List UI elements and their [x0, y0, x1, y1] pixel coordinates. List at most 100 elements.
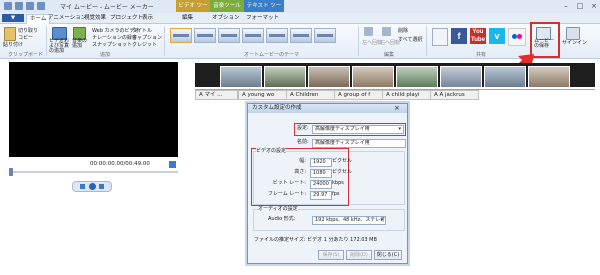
- width-unit: ピクセル: [332, 158, 353, 164]
- caption-button[interactable]: キャプション: [132, 34, 162, 41]
- custom-setting-dialog: カスタム設定の作成 × 設定: 高解像度ディスプレイ用 ▾ 名前: 高解像度ディ…: [247, 103, 408, 264]
- bitrate-unit: kbps: [332, 180, 344, 186]
- name-field[interactable]: 高解像度ディスプレイ用: [312, 139, 406, 148]
- snapshot-button[interactable]: スナップショット: [92, 41, 132, 48]
- skydrive-icon[interactable]: [432, 28, 448, 46]
- rotate-left-button[interactable]: 左へ回転: [362, 39, 382, 46]
- tab-project[interactable]: プロジェクト: [110, 14, 143, 23]
- caption-item[interactable]: A Children: [286, 90, 335, 100]
- share-group-label: 共有: [476, 52, 487, 58]
- clip-thumbnail[interactable]: [264, 66, 306, 88]
- minimize-icon[interactable]: –: [560, 2, 572, 10]
- vimeo-icon[interactable]: v: [489, 28, 505, 44]
- maximize-icon[interactable]: □: [574, 2, 586, 10]
- select-all-button[interactable]: すべて選択: [398, 36, 422, 43]
- clip-thumbnail[interactable]: [308, 66, 350, 88]
- redo-icon[interactable]: [37, 2, 45, 10]
- chevron-down-icon: ▾: [380, 217, 383, 223]
- context-tab-music-tools: 音楽ツール: [210, 0, 244, 12]
- theme-default[interactable]: [170, 28, 192, 43]
- caption-item[interactable]: A group of f: [334, 90, 383, 100]
- height-field[interactable]: 1080: [310, 169, 332, 178]
- quick-access-toolbar: [4, 2, 45, 10]
- tab-view[interactable]: 表示: [142, 14, 153, 23]
- clip-thumbnail[interactable]: [352, 66, 394, 88]
- audio-format-value: 192 kbps、48 kHz、ステレオ: [315, 217, 386, 223]
- setting-select[interactable]: 高解像度ディスプレイ用 ▾: [312, 125, 404, 134]
- tab-options[interactable]: オプション: [212, 14, 240, 23]
- ribbon-separator: [426, 26, 427, 56]
- save-button[interactable]: 保存(S): [318, 250, 344, 260]
- paste-button[interactable]: 貼り付け: [3, 41, 23, 48]
- cut-button[interactable]: 切り取り: [18, 27, 38, 34]
- delete-button[interactable]: 削除(D): [346, 250, 372, 260]
- dialog-title: カスタム設定の作成: [252, 105, 302, 111]
- audio-settings-legend: オーディオの設定: [258, 206, 298, 213]
- dialog-close-icon[interactable]: ×: [394, 104, 400, 113]
- next-frame-icon[interactable]: [99, 184, 104, 189]
- credits-button[interactable]: クレジット: [132, 41, 157, 48]
- record-narration-button[interactable]: ナレーションの録音: [92, 34, 137, 41]
- save-movie-button[interactable]: ムービーの保存: [534, 39, 554, 49]
- theme-pan-zoom[interactable]: [242, 28, 264, 43]
- audio-format-select[interactable]: 192 kbps、48 kHz、ステレオ ▾: [312, 216, 386, 225]
- theme-black-white[interactable]: [314, 28, 336, 43]
- tab-animation[interactable]: アニメーション: [48, 14, 86, 23]
- clip-thumbnail[interactable]: [440, 66, 482, 88]
- close-icon[interactable]: ×: [588, 2, 600, 10]
- storyboard: A マイ ... A young wo A Children A group o…: [190, 60, 600, 104]
- theme-sepia[interactable]: [290, 28, 312, 43]
- fullscreen-icon[interactable]: [169, 161, 176, 168]
- delete-button[interactable]: 削除: [398, 27, 408, 34]
- theme-contemporary[interactable]: [194, 28, 216, 43]
- name-label: 名前:: [297, 139, 309, 145]
- caption-item[interactable]: A child playi: [382, 90, 431, 100]
- previous-frame-icon[interactable]: [80, 184, 85, 189]
- seek-bar[interactable]: [9, 171, 178, 173]
- file-menu-button[interactable]: ▼: [2, 14, 24, 22]
- app-menu-icon[interactable]: [4, 2, 12, 10]
- clip-thumbnail[interactable]: [396, 66, 438, 88]
- bitrate-field[interactable]: 24000: [310, 180, 332, 189]
- playback-controls: [72, 181, 112, 192]
- flickr-icon[interactable]: [508, 28, 526, 46]
- title-button[interactable]: タイトル: [132, 27, 152, 34]
- signin-button[interactable]: サインイン: [562, 39, 587, 46]
- facebook-icon[interactable]: f: [451, 28, 467, 44]
- clip-thumbnail[interactable]: [528, 66, 570, 88]
- video-preview: [9, 62, 178, 157]
- rotate-right-icon[interactable]: [382, 27, 391, 36]
- context-tab-video-tools: ビデオ ツール: [176, 0, 210, 21]
- copy-button[interactable]: コピー: [18, 34, 33, 41]
- theme-cinematic[interactable]: [266, 28, 288, 43]
- tab-home[interactable]: ホーム: [26, 14, 51, 24]
- video-settings-legend: ビデオの設定: [256, 148, 287, 155]
- caption-item[interactable]: A マイ ...: [195, 90, 238, 100]
- tab-format[interactable]: フォーマット: [246, 14, 279, 23]
- undo-icon[interactable]: [26, 2, 34, 10]
- estimated-file-size: ファイルの推定サイズ: ビデオ 1 分あたり 172.03 MB: [254, 237, 377, 243]
- close-button[interactable]: 閉じる(C): [374, 250, 402, 260]
- add-video-photo-button[interactable]: ビデオおよび写真の追加: [49, 39, 71, 54]
- caption-item[interactable]: A A jackrus: [430, 90, 479, 100]
- clipboard-group-label: クリップボード: [8, 52, 44, 58]
- theme-fade[interactable]: [218, 28, 240, 43]
- rotate-right-button[interactable]: 右へ回転: [380, 39, 400, 46]
- tab-edit[interactable]: 編集: [182, 14, 193, 23]
- add-music-button[interactable]: 音楽の追加: [72, 39, 90, 49]
- framerate-field[interactable]: 29.97: [310, 191, 332, 200]
- youtube-icon[interactable]: You Tube: [470, 28, 486, 44]
- play-icon[interactable]: [89, 183, 96, 190]
- seek-handle[interactable]: [9, 168, 13, 176]
- add-group-label: 追加: [100, 52, 111, 58]
- clip-thumbnail[interactable]: [220, 66, 262, 88]
- width-field[interactable]: 1920: [310, 158, 332, 167]
- caption-item[interactable]: A young wo: [238, 90, 287, 100]
- tab-visual-effects[interactable]: 視覚効果: [84, 14, 106, 23]
- ribbon-separator: [164, 26, 165, 56]
- save-icon[interactable]: [15, 2, 23, 10]
- clip-thumbnail[interactable]: [484, 66, 526, 88]
- rotate-left-icon[interactable]: [364, 27, 373, 36]
- width-label: 幅:: [299, 158, 306, 164]
- paste-icon[interactable]: [4, 27, 16, 41]
